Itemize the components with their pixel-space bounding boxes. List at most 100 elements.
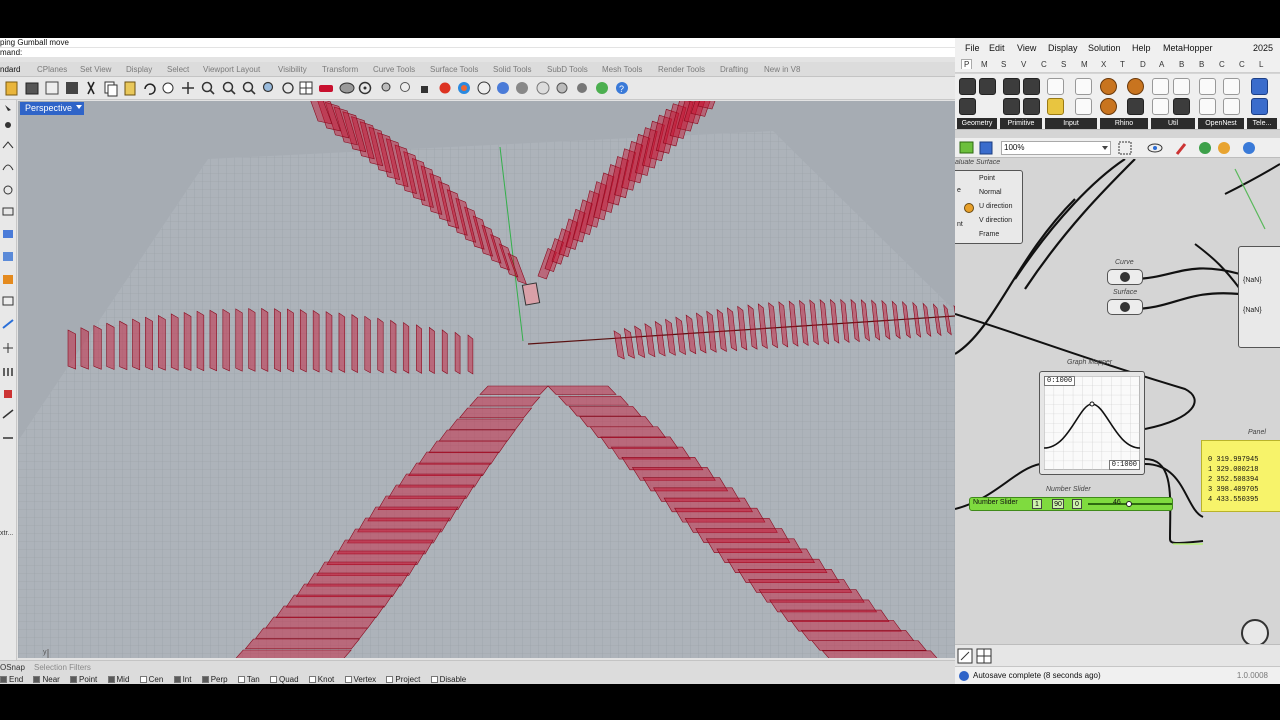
snap-mid[interactable]: Mid — [107, 675, 129, 684]
fin-panel[interactable] — [579, 416, 654, 428]
new-file-icon[interactable] — [5, 81, 18, 96]
fin-panel[interactable] — [351, 313, 358, 374]
output-normal[interactable]: Normal — [979, 189, 1002, 196]
fin-panel[interactable] — [248, 307, 256, 372]
util-cherry-icon[interactable] — [1152, 98, 1169, 115]
partial-component-right[interactable] — [1238, 246, 1280, 348]
lock-icon[interactable] — [421, 86, 428, 93]
fin-panel[interactable] — [438, 429, 516, 442]
viewport-canvas[interactable]: y x — [18, 101, 955, 658]
fin-panel[interactable] — [547, 385, 617, 395]
gh-tab-c1[interactable]: C — [1219, 60, 1225, 69]
fin-panel[interactable] — [244, 638, 361, 650]
rendered-icon[interactable] — [516, 82, 528, 94]
gh-tab-b1[interactable]: B — [1179, 60, 1184, 69]
material-icon[interactable] — [536, 81, 550, 95]
snap-point[interactable]: Point — [70, 675, 97, 684]
fin-panel[interactable] — [299, 309, 307, 373]
snap-perp[interactable]: Perp — [201, 675, 228, 684]
extrude-icon[interactable] — [3, 275, 13, 284]
fin-panel[interactable] — [600, 436, 679, 449]
snap-knot[interactable]: Knot — [308, 675, 334, 684]
toggle-input-icon[interactable] — [1075, 78, 1092, 95]
fin-panel[interactable] — [469, 396, 541, 407]
light-icon[interactable] — [381, 82, 391, 92]
gh-tab-transform[interactable]: T — [1120, 60, 1125, 69]
snap-cen[interactable]: Cen — [139, 675, 163, 684]
fin-panel[interactable] — [338, 312, 346, 373]
tab-standard[interactable]: ndard — [0, 62, 20, 74]
shaded-preview-icon[interactable] — [1218, 142, 1230, 154]
paste-icon[interactable] — [124, 81, 136, 96]
four-view-icon[interactable] — [299, 81, 313, 95]
zoom-window-icon[interactable] — [222, 81, 236, 95]
tab-new-in-v8[interactable]: New in V8 — [764, 62, 800, 74]
viewport-menu-arrow-icon[interactable] — [76, 105, 82, 109]
menu-solution[interactable]: Solution — [1088, 43, 1121, 53]
fin-panel[interactable] — [235, 308, 243, 372]
util-gear-icon[interactable] — [1173, 98, 1190, 115]
grasshopper-icon[interactable] — [596, 82, 608, 94]
perspective-viewport[interactable]: y x Perspective — [18, 101, 955, 658]
gh-tab-c2[interactable]: C — [1239, 60, 1245, 69]
fin-panel[interactable] — [312, 309, 320, 373]
fin-panel[interactable] — [287, 308, 294, 373]
zoom-selected-icon[interactable] — [262, 81, 274, 93]
fin-panel[interactable] — [265, 616, 377, 629]
help-icon[interactable]: ? — [616, 82, 628, 94]
mesh-icon[interactable] — [2, 296, 14, 306]
gh-tab-vector[interactable]: V — [1021, 60, 1026, 69]
tab-transform[interactable]: Transform — [322, 62, 358, 74]
fin-panel[interactable] — [275, 605, 385, 618]
fin-panel[interactable] — [418, 451, 500, 465]
fin-panel[interactable] — [364, 315, 371, 374]
fillet-icon[interactable] — [2, 319, 14, 329]
pan-icon[interactable] — [162, 82, 174, 94]
copy-icon[interactable] — [104, 81, 118, 97]
fin-panel[interactable] — [254, 627, 369, 639]
print-icon[interactable] — [66, 82, 78, 94]
zoom-fit-icon[interactable] — [1118, 141, 1132, 155]
zoom-dropdown-arrow-icon[interactable] — [1102, 146, 1108, 150]
output-v-direction[interactable]: V direction — [979, 217, 1012, 224]
polyline-icon[interactable] — [2, 141, 14, 149]
opennest-c-icon[interactable] — [1223, 98, 1240, 115]
fin-panel[interactable] — [779, 609, 890, 622]
gh-tab-sets[interactable]: S — [1001, 60, 1006, 69]
menu-metahopper[interactable]: MetaHopper — [1163, 43, 1213, 53]
integer-param-icon[interactable] — [1023, 78, 1040, 95]
rotate-view-icon[interactable] — [182, 82, 194, 94]
fin-panel[interactable] — [811, 640, 927, 651]
gh-tab-b2[interactable]: B — [1199, 60, 1204, 69]
tab-solid-tools[interactable]: Solid Tools — [493, 62, 532, 74]
fin-panel[interactable] — [261, 307, 269, 372]
number-param-icon[interactable] — [1003, 98, 1020, 115]
sphere-icon[interactable] — [477, 81, 491, 95]
bulb-icon[interactable] — [400, 82, 410, 92]
solid-icon[interactable] — [3, 252, 13, 261]
trim-icon[interactable] — [3, 343, 13, 353]
preview-eye-icon[interactable] — [1147, 143, 1163, 153]
selection-filters-tab[interactable]: Selection Filters — [34, 663, 91, 672]
fin-panel[interactable] — [196, 310, 205, 372]
fin-panel[interactable] — [428, 440, 508, 453]
left-toolbar-more[interactable]: xtr... — [0, 530, 13, 537]
ribbon-group-primitive[interactable]: Primitive — [1000, 118, 1042, 129]
car-icon[interactable] — [319, 85, 333, 92]
fin-panel[interactable] — [428, 326, 435, 375]
fin-panel[interactable] — [93, 324, 102, 370]
tab-select[interactable]: Select — [167, 62, 189, 74]
zoom-extents-icon[interactable] — [242, 81, 256, 95]
open-folder-icon[interactable] — [959, 141, 974, 154]
ribbon-group-input[interactable]: Input — [1045, 118, 1097, 129]
telepathy-2-icon[interactable] — [1251, 98, 1268, 115]
rhino-bake-icon[interactable] — [1100, 98, 1117, 115]
gh-tab-a[interactable]: A — [1159, 60, 1164, 69]
grid-snap-icon[interactable] — [976, 648, 992, 664]
rectangle-icon[interactable] — [2, 207, 14, 216]
gh-tab-params[interactable]: P — [961, 59, 973, 69]
open-file-icon[interactable] — [25, 82, 39, 95]
surface-icon[interactable] — [3, 230, 13, 238]
tab-curve-tools[interactable]: Curve Tools — [373, 62, 415, 74]
array-icon[interactable] — [3, 368, 13, 376]
